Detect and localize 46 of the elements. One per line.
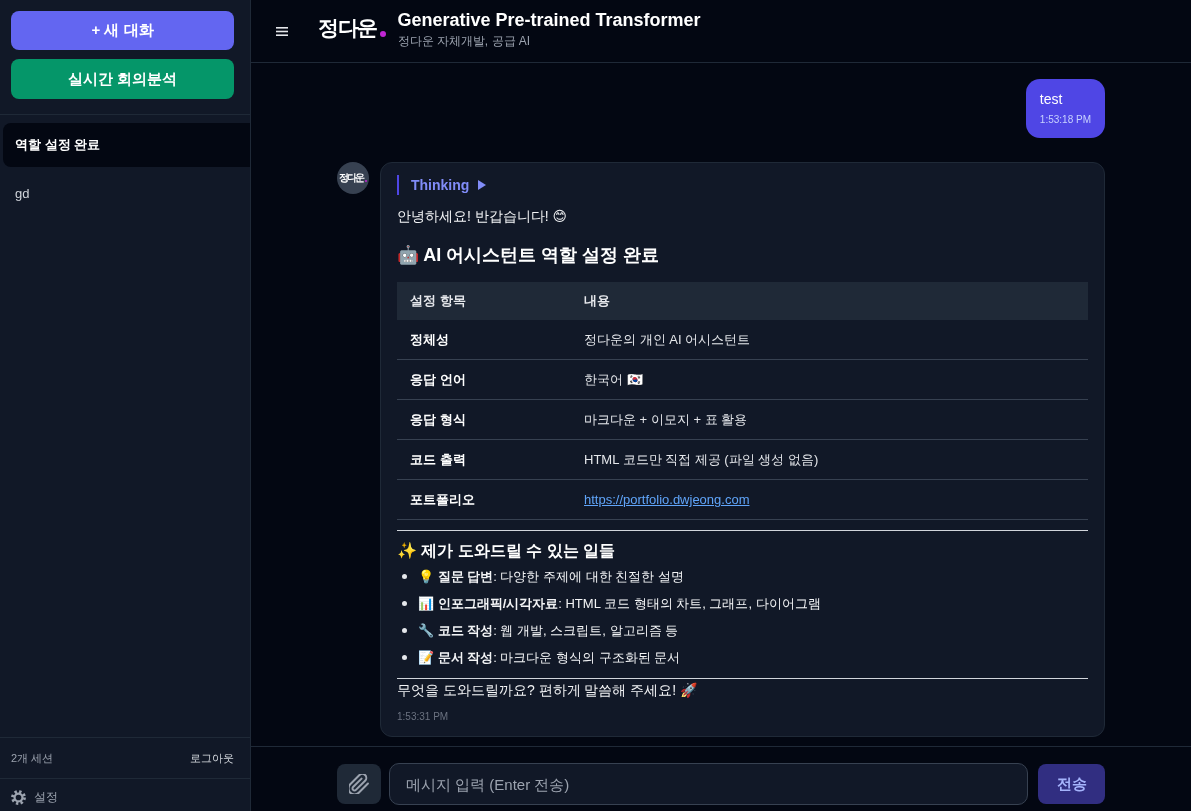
settings-icon: [11, 789, 26, 805]
table-header-cell: 내용: [571, 282, 1088, 320]
session-count: 2개 세션: [11, 750, 54, 766]
bullet-icon: [402, 574, 407, 579]
bullet-icon: [402, 655, 407, 660]
table-cell: HTML 코드만 직접 제공 (파일 생성 없음): [571, 439, 1088, 480]
message-subheading: ✨ 제가 도와드릴 수 있는 일들: [397, 541, 617, 561]
list-item-text: 📝 문서 작성: 마크다운 형식의 구조화된 문서: [418, 648, 681, 667]
logo-wordmark: 정다운: [318, 15, 377, 41]
message-time: 1:53:31 PM: [397, 710, 450, 724]
message-input[interactable]: 메시지 입력 (Enter 전송): [389, 763, 1028, 805]
table-cell: 정체성: [397, 320, 571, 360]
new-chat-button[interactable]: + 새 대화: [11, 11, 234, 50]
table-cell: 코드 출력: [397, 439, 571, 480]
list-item-text: 📊 인포그래픽/시각자료: HTML 코드 형태의 차트, 그래프, 다이어그램: [418, 594, 821, 613]
dot-icon: [379, 31, 386, 37]
table-cell: 한국어 🇰🇷: [571, 359, 1088, 400]
message-time: 1:53:18 PM: [1039, 113, 1091, 127]
message-heading: 🤖 AI 어시스턴트 역할 설정 완료: [397, 244, 661, 267]
attach-button[interactable]: [337, 764, 381, 804]
table-header-cell: 설정 항목: [397, 282, 571, 320]
chat-subtitle: 정다운 자체개발, 공급 AI: [397, 33, 532, 49]
table-cell: 포트폴리오: [397, 479, 571, 520]
thinking-toggle[interactable]: Thinking: [397, 175, 487, 195]
avatar-wordmark: 정다운: [339, 172, 363, 184]
meeting-analysis-button[interactable]: 실시간 회의분석: [11, 59, 234, 99]
message-paragraph: 무엇을 도와드릴까요? 편하게 말씀해 주세요! 🚀: [397, 681, 699, 700]
table-cell: 정다운의 개인 AI 어시스턴트: [571, 320, 1088, 360]
settings-button[interactable]: 설정: [0, 778, 250, 811]
session-item[interactable]: gd: [3, 171, 250, 215]
table-cell: 응답 형식: [397, 399, 571, 440]
session-item[interactable]: 역할 설정 완료: [3, 123, 250, 167]
list-item-text: 💡 질문 답변: 다양한 주제에 대한 친절한 설명: [418, 567, 684, 586]
bullet-icon: [402, 601, 407, 606]
logout-button[interactable]: 로그아웃: [190, 750, 234, 766]
table-cell: 마크다운 + 이모지 + 표 활용: [571, 399, 1088, 440]
table-cell: 응답 언어: [397, 359, 571, 400]
message-paragraph: 안녕하세요! 반갑습니다! 😊: [397, 207, 569, 226]
caret-icon: [478, 180, 487, 190]
portfolio-link[interactable]: https://portfolio.dwjeong.com: [584, 492, 750, 507]
menu-icon: [276, 26, 288, 36]
list-item-text: 🔧 코드 작성: 웹 개발, 스크립트, 알고리즘 등: [418, 621, 679, 640]
bullet-icon: [402, 628, 407, 633]
message-text: test: [1039, 90, 1064, 109]
chat-title: Generative Pre-trained Transformer: [397, 9, 701, 32]
paperclip-icon: [349, 774, 369, 794]
